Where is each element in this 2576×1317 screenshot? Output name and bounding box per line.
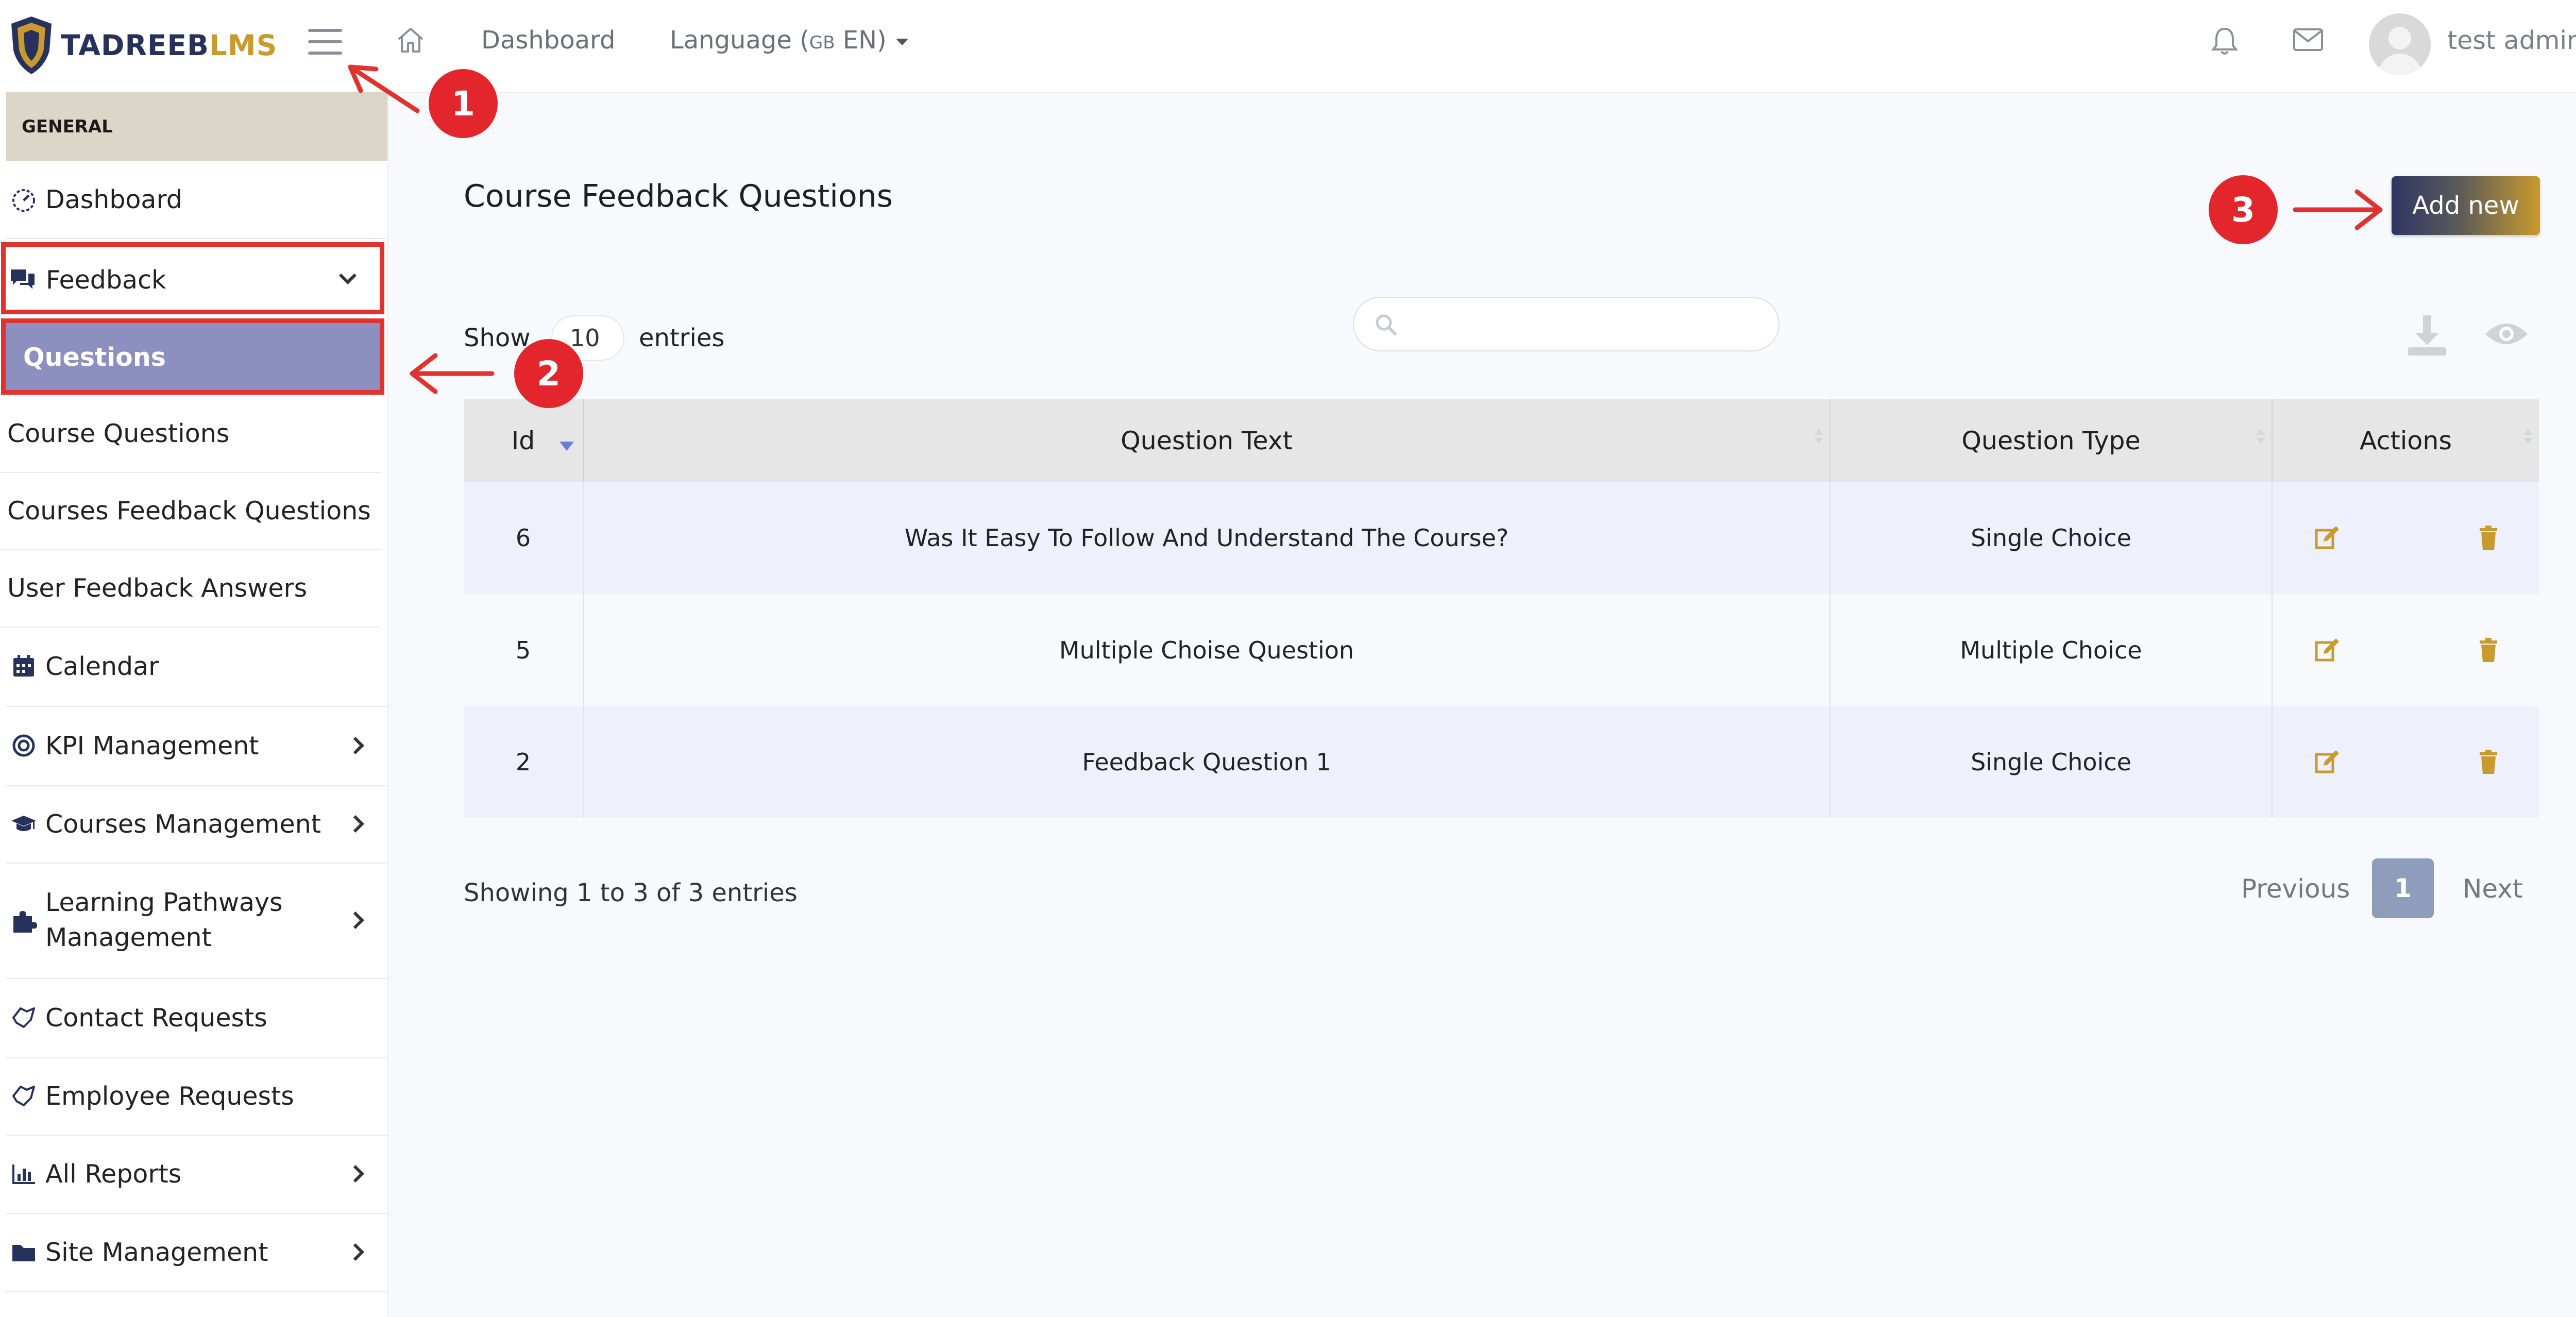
annotation-arrows	[348, 64, 2383, 394]
annotation-badge-3: 3	[2209, 175, 2278, 244]
annotation-badge-2: 2	[514, 339, 583, 408]
annotation-badge-1: 1	[429, 69, 498, 138]
